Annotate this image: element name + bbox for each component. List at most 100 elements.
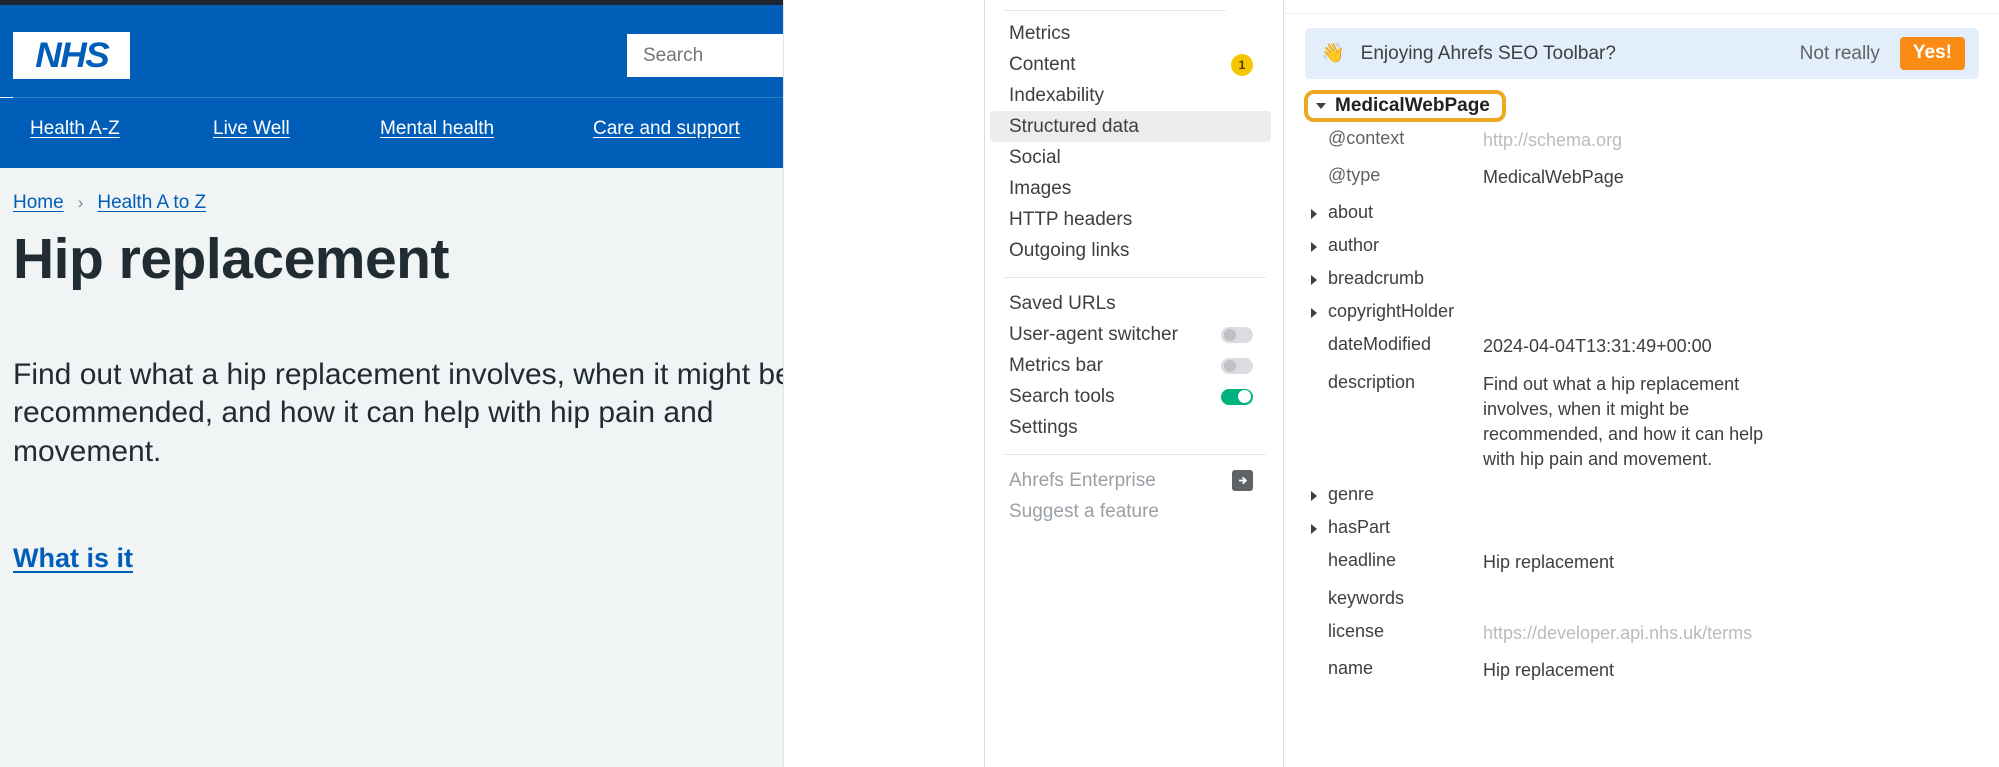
toggle-knob: [1224, 329, 1236, 341]
menu-item-badge: 1: [1231, 54, 1253, 76]
structured-data-key: @context: [1284, 128, 1483, 149]
chevron-right-icon[interactable]: [1311, 491, 1317, 501]
menu-item-label: Settings: [1009, 417, 1078, 439]
structured-data-row: licensehttps://developer.api.nhs.uk/term…: [1284, 615, 1999, 652]
menu-divider: [1004, 277, 1266, 278]
menu-item-metrics-bar[interactable]: Metrics bar: [990, 350, 1271, 381]
external-link-icon[interactable]: [1232, 470, 1253, 491]
chevron-right-icon: ›: [78, 193, 84, 213]
nhs-website-pane: NHS Health A-Z Live Well Mental health C…: [0, 0, 783, 767]
structured-data-value: MedicalWebPage: [1483, 165, 1813, 190]
promo-banner: 👋 Enjoying Ahrefs SEO Toolbar? Not reall…: [1305, 28, 1979, 79]
structured-data-row: headlineHip replacement: [1284, 544, 1999, 581]
menu-item-images[interactable]: Images: [990, 173, 1271, 204]
menu-item-label: Outgoing links: [1009, 240, 1129, 262]
menu-item-ahrefs-enterprise[interactable]: Ahrefs Enterprise: [990, 465, 1271, 496]
structured-data-value: http://schema.org: [1483, 128, 1813, 153]
menu-item-label: Metrics: [1009, 23, 1070, 45]
screenshot-root: NHS Health A-Z Live Well Mental health C…: [0, 0, 1999, 767]
structured-data-key: dateModified: [1284, 334, 1483, 355]
structured-data-panel: 👋 Enjoying Ahrefs SEO Toolbar? Not reall…: [1283, 0, 1999, 767]
nhs-primary-nav: Health A-Z Live Well Mental health Care …: [0, 98, 783, 168]
breadcrumb: Home › Health A to Z: [13, 192, 206, 214]
structured-data-value: https://developer.api.nhs.uk/terms: [1483, 621, 1813, 646]
menu-item-label: Images: [1009, 178, 1071, 200]
chevron-right-icon[interactable]: [1311, 275, 1317, 285]
structured-data-value: 2024-04-04T13:31:49+00:00: [1483, 334, 1813, 359]
ahrefs-toolbar-menu-pane: Metrics Content 1 Indexability Structured da…: [783, 0, 1283, 767]
nav-item-mental-health[interactable]: Mental health: [380, 118, 494, 140]
structured-data-row[interactable]: author: [1284, 229, 1999, 262]
menu-item-label: Social: [1009, 147, 1061, 169]
menu-item-label: Structured data: [1009, 116, 1139, 138]
structured-data-key: name: [1284, 658, 1483, 679]
chevron-right-icon[interactable]: [1311, 308, 1317, 318]
chevron-down-icon[interactable]: [1316, 103, 1326, 109]
chevron-right-icon[interactable]: [1311, 524, 1317, 534]
chevron-right-icon[interactable]: [1311, 209, 1317, 219]
menu-item-label: Content: [1009, 54, 1076, 76]
structured-data-row[interactable]: about: [1284, 196, 1999, 229]
chevron-right-icon[interactable]: [1311, 242, 1317, 252]
ahrefs-menu: Metrics Content 1 Indexability Structured da…: [984, 0, 1284, 767]
menu-item-search-tools[interactable]: Search tools: [990, 381, 1271, 412]
page-lede: Find out what a hip replacement involves…: [13, 356, 783, 471]
menu-item-saved-urls[interactable]: Saved URLs: [990, 288, 1271, 319]
nav-item-live-well[interactable]: Live Well: [213, 118, 290, 140]
nav-item-health-a-z[interactable]: Health A-Z: [30, 118, 120, 140]
menu-item-http-headers[interactable]: HTTP headers: [990, 204, 1271, 235]
structured-data-value: Hip replacement: [1483, 658, 1813, 683]
structured-data-row: descriptionFind out what a hip replaceme…: [1284, 366, 1999, 479]
menu-item-label: Indexability: [1009, 85, 1104, 107]
menu-item-social[interactable]: Social: [990, 142, 1271, 173]
menu-item-content[interactable]: Content 1: [990, 49, 1271, 80]
toggle-switch-user-agent-switcher[interactable]: [1221, 327, 1253, 343]
toggle-switch-metrics-bar[interactable]: [1221, 358, 1253, 374]
menu-item-user-agent-switcher[interactable]: User-agent switcher: [990, 319, 1271, 350]
structured-data-row[interactable]: hasPart: [1284, 511, 1999, 544]
toggle-knob: [1224, 360, 1236, 372]
toggle-knob: [1238, 390, 1251, 403]
waving-hand-icon: 👋: [1321, 44, 1345, 63]
nhs-logo-text: NHS: [35, 38, 108, 73]
menu-item-structured-data[interactable]: Structured data: [990, 111, 1271, 142]
menu-item-label: Metrics bar: [1009, 355, 1103, 377]
structured-data-row: keywords: [1284, 582, 1999, 615]
menu-divider: [1004, 454, 1266, 455]
structured-data-key: description: [1284, 372, 1483, 393]
promo-decline-button[interactable]: Not really: [1800, 43, 1880, 65]
toggle-switch-search-tools[interactable]: [1221, 389, 1253, 405]
structured-data-key: headline: [1284, 550, 1483, 571]
structured-data-key: license: [1284, 621, 1483, 642]
menu-item-metrics[interactable]: Metrics: [990, 18, 1271, 49]
nhs-logo[interactable]: NHS: [13, 32, 130, 79]
menu-item-settings[interactable]: Settings: [990, 412, 1271, 443]
menu-item-indexability[interactable]: Indexability: [990, 80, 1271, 111]
nav-item-care-and-support[interactable]: Care and support: [593, 118, 740, 140]
structured-data-root-node[interactable]: MedicalWebPage: [1304, 90, 1506, 122]
structured-data-row[interactable]: copyrightHolder: [1284, 295, 1999, 328]
structured-data-row[interactable]: breadcrumb: [1284, 262, 1999, 295]
menu-top-divider: [1004, 10, 1226, 11]
menu-item-label: Suggest a feature: [1009, 501, 1159, 523]
breadcrumb-item-health-a-to-z[interactable]: Health A to Z: [97, 192, 206, 214]
page-title: Hip replacement: [13, 230, 449, 290]
structured-data-row: dateModified2024-04-04T13:31:49+00:00: [1284, 328, 1999, 365]
menu-item-label: User-agent switcher: [1009, 324, 1178, 346]
structured-data-row[interactable]: genre: [1284, 478, 1999, 511]
menu-item-label: Ahrefs Enterprise: [1009, 470, 1156, 492]
breadcrumb-item-home[interactable]: Home: [13, 192, 64, 214]
structured-data-row: @contexthttp://schema.org: [1284, 122, 1999, 159]
search-input[interactable]: [627, 34, 783, 77]
nhs-main-content: Home › Health A to Z Hip replacement Fin…: [0, 168, 783, 767]
structured-data-row: nameHip replacement: [1284, 652, 1999, 689]
panel-top-divider: [1284, 13, 1999, 14]
section-link-what-is-it[interactable]: What is it: [13, 543, 133, 574]
menu-item-suggest-a-feature[interactable]: Suggest a feature: [990, 496, 1271, 527]
structured-data-key: @type: [1284, 165, 1483, 186]
structured-data-value: Hip replacement: [1483, 550, 1813, 575]
structured-data-key: keywords: [1284, 588, 1483, 609]
menu-item-label: Search tools: [1009, 386, 1115, 408]
promo-accept-button[interactable]: Yes!: [1900, 37, 1965, 70]
menu-item-outgoing-links[interactable]: Outgoing links: [990, 235, 1271, 266]
